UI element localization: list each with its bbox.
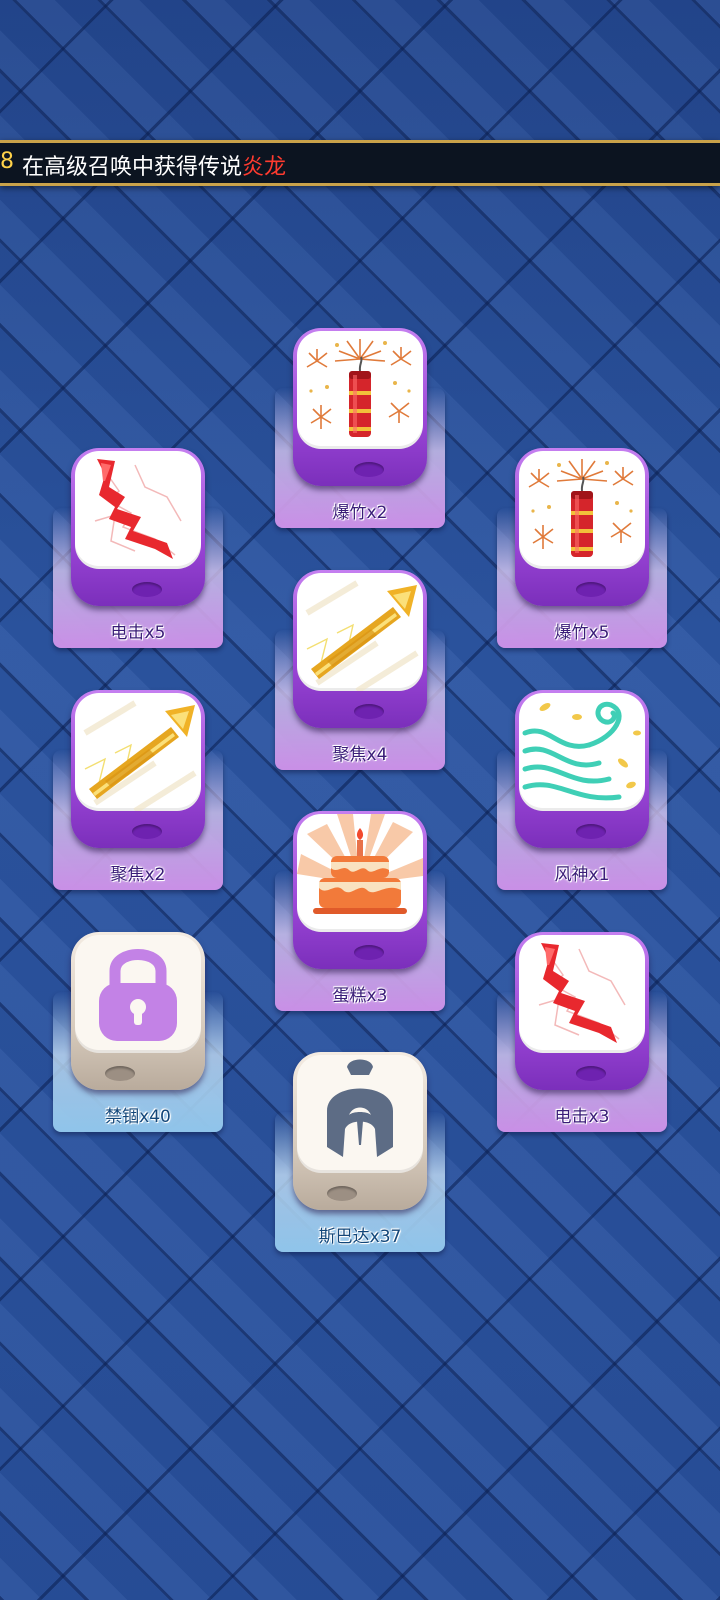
ticker-highlight: 炎龙 (242, 155, 287, 180)
cake-icon (297, 814, 423, 932)
card-indicator (354, 945, 384, 960)
focus-beam-icon (75, 693, 201, 811)
firecracker-icon (297, 331, 423, 449)
card-block (293, 1052, 427, 1210)
reward-card-cake-3[interactable]: 蛋糕x3 (275, 811, 445, 1011)
card-label: 电击x5 (110, 623, 166, 643)
spartan-helmet-icon (297, 1055, 423, 1173)
card-indicator (576, 1066, 606, 1081)
firecracker-icon (519, 451, 645, 569)
ticker-message-text: 在高级召唤中获得传说 (22, 155, 243, 180)
card-indicator (576, 582, 606, 597)
card-indicator (327, 1186, 357, 1201)
reward-card-lock-40[interactable]: 禁锢x40 (53, 932, 223, 1132)
reward-card-firecracker-5[interactable]: 爆竹x5 (497, 448, 667, 648)
announcement-ticker: 8 在高级召唤中获得传说炎龙 (0, 140, 720, 186)
card-indicator (132, 824, 162, 839)
ticker-message: 在高级召唤中获得传说炎龙 (22, 149, 286, 181)
card-label: 聚焦x4 (332, 745, 388, 765)
card-label: 爆竹x2 (332, 503, 388, 523)
lightning-icon (519, 935, 645, 1053)
reward-card-spartan-37[interactable]: 斯巴达x37 (275, 1052, 445, 1252)
padlock-icon (75, 935, 201, 1053)
reward-card-wind-god-1[interactable]: 风神x1 (497, 690, 667, 890)
reward-card-lightning-5[interactable]: 电击x5 (53, 448, 223, 648)
focus-beam-icon (297, 573, 423, 691)
card-block (71, 932, 205, 1090)
card-indicator (576, 824, 606, 839)
reward-card-firecracker-2[interactable]: 爆竹x2 (275, 328, 445, 528)
lightning-icon (75, 451, 201, 569)
card-label: 电击x3 (554, 1107, 610, 1127)
wind-swirl-icon (519, 693, 645, 811)
card-indicator (354, 462, 384, 477)
reward-card-lightning-3[interactable]: 电击x3 (497, 932, 667, 1132)
card-label: 风神x1 (554, 865, 610, 885)
card-indicator (132, 582, 162, 597)
card-label: 爆竹x5 (554, 623, 610, 643)
card-label: 聚焦x2 (110, 865, 166, 885)
card-indicator (354, 704, 384, 719)
reward-card-focus-2[interactable]: 聚焦x2 (53, 690, 223, 890)
reward-card-focus-4[interactable]: 聚焦x4 (275, 570, 445, 770)
card-label: 禁锢x40 (105, 1107, 171, 1127)
card-label: 斯巴达x37 (318, 1227, 402, 1247)
ticker-prefix: 8 (0, 149, 14, 174)
card-label: 蛋糕x3 (332, 986, 388, 1006)
card-indicator (105, 1066, 135, 1081)
